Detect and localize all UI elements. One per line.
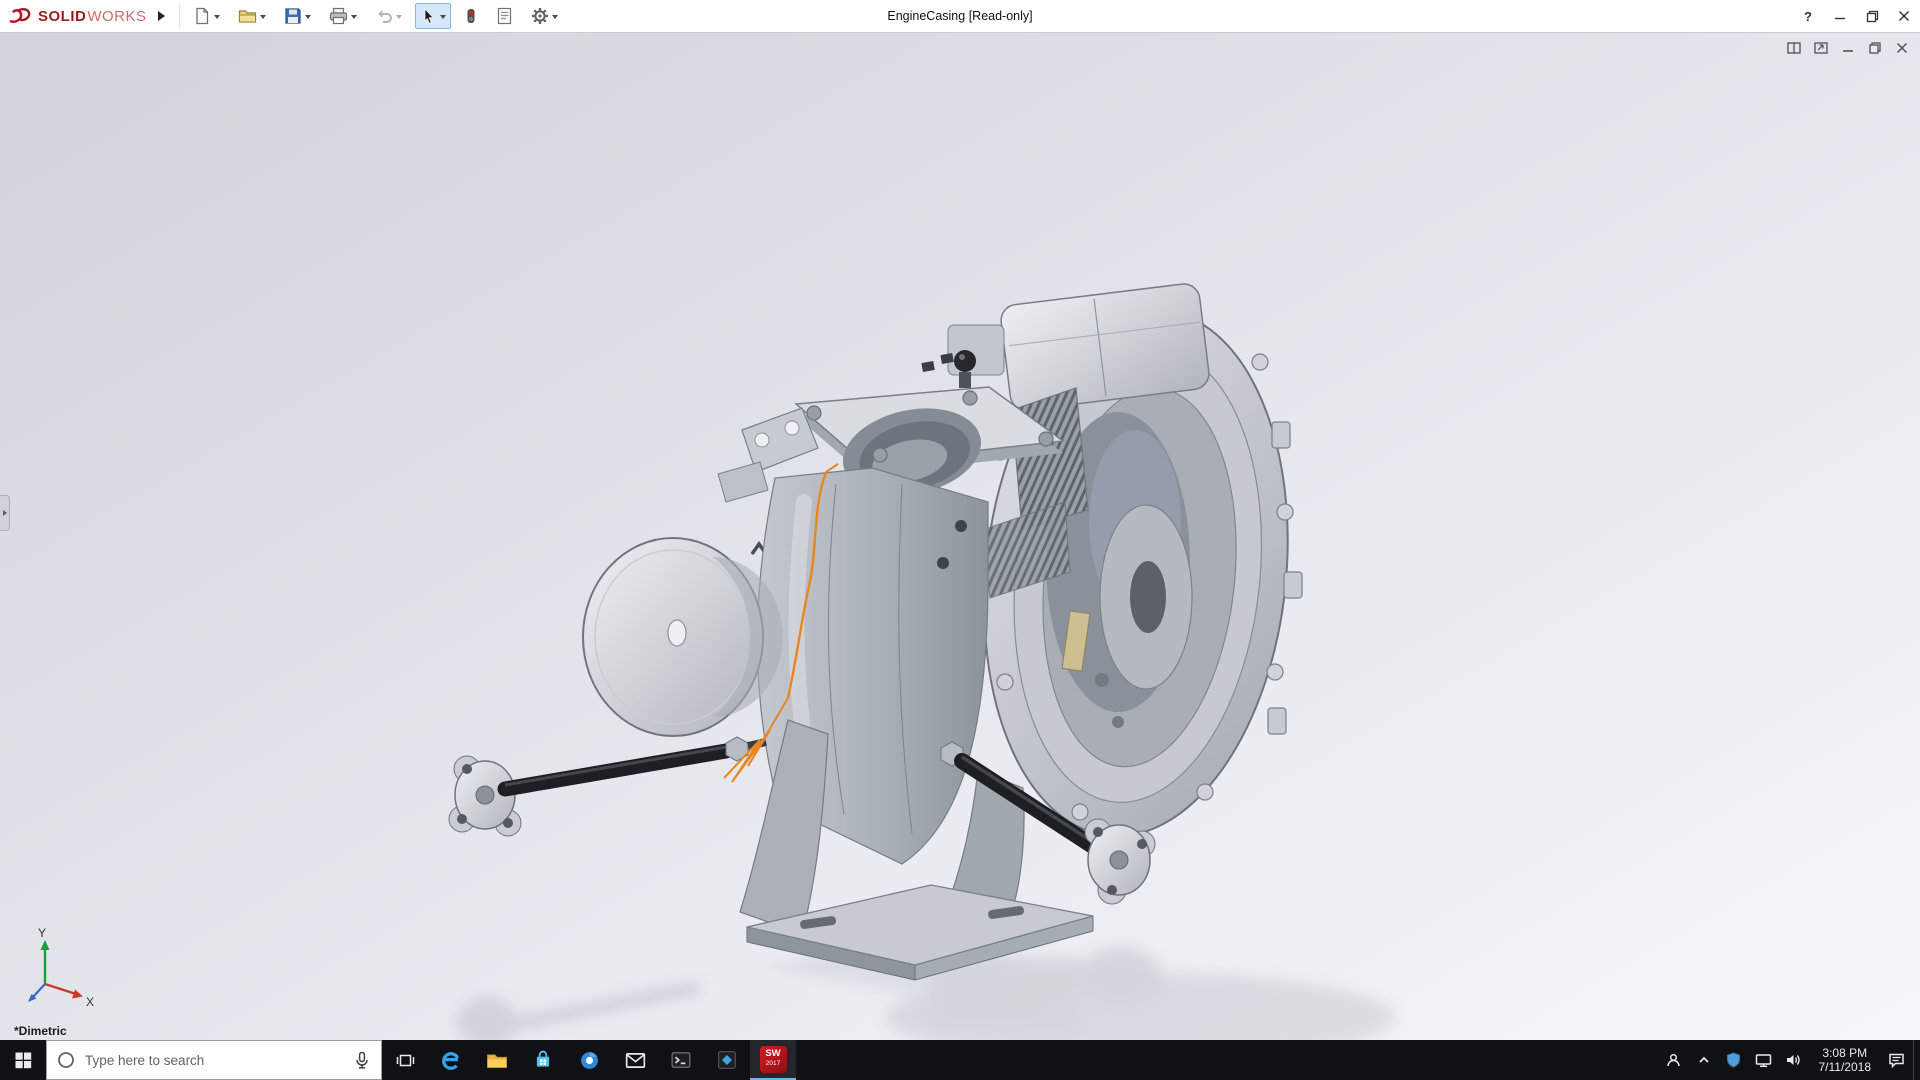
left-handle-rod [449,737,766,836]
split-pane-icon [1786,40,1802,56]
brand-solid: SOLID [38,8,86,25]
edge-icon [440,1049,462,1071]
engine-model: Y X [0,32,1920,1040]
dev-app-icon [717,1050,737,1070]
show-desktop-button[interactable] [1913,1040,1920,1080]
open-button[interactable] [233,3,271,29]
doc-minimize-button[interactable] [1838,38,1858,58]
store-button[interactable] [520,1040,566,1080]
options-button[interactable] [526,3,563,29]
select-cursor-icon [420,7,437,25]
defender-button[interactable] [1721,1040,1747,1080]
restore-icon [1866,10,1879,23]
doc-restore-icon [1868,41,1882,55]
rebuild-icon [464,7,478,25]
doc-restore-button[interactable] [1865,38,1885,58]
volume-button[interactable] [1781,1040,1807,1080]
taskbar-search[interactable] [46,1040,382,1080]
file-properties-icon [496,7,513,25]
minimize-button[interactable] [1824,0,1856,32]
volume-icon [1785,1052,1802,1068]
solidworks-app-icon: SW 2017 [760,1046,787,1073]
clock-date: 7/11/2018 [1819,1060,1872,1074]
save-icon [284,7,302,25]
action-center-icon [1888,1052,1905,1069]
undo-icon [375,7,393,25]
folder-icon [486,1051,508,1070]
menu-flyout-arrow[interactable] [153,3,171,29]
toolbar-separator [179,5,180,27]
close-icon [1898,10,1910,22]
triad-x-label: X [86,995,94,1009]
solidworks-taskbar-button[interactable]: SW 2017 [750,1040,796,1080]
terminal-button[interactable] [658,1040,704,1080]
doc-minimize-icon [1841,41,1855,55]
save-button[interactable] [279,3,316,29]
options-gear-icon [531,7,549,25]
mail-button[interactable] [612,1040,658,1080]
store-bag-icon [533,1050,553,1070]
search-input[interactable] [83,1052,345,1069]
brand-works: WORKS [87,8,146,25]
tray-expand-button[interactable] [1691,1040,1717,1080]
solidworks-logo: SOLIDWORKS [0,7,153,25]
ds-logo-icon [8,7,34,25]
file-properties-button[interactable] [491,3,518,29]
people-button[interactable] [1661,1040,1687,1080]
new-document-button[interactable] [188,3,225,29]
browser-circle-icon [579,1050,600,1071]
taskbar: SW 2017 [0,1040,1920,1080]
taskbar-clock[interactable]: 3:08 PM 7/11/2018 [1811,1046,1880,1074]
print-icon [329,7,348,25]
select-button[interactable] [415,3,451,29]
doc-close-button[interactable] [1892,38,1912,58]
orientation-triad: Y X [28,926,94,1009]
dev-app-button[interactable] [704,1040,750,1080]
new-document-icon [193,7,211,25]
maximize-button[interactable] [1856,0,1888,32]
browser-button[interactable] [566,1040,612,1080]
windows-logo-icon [15,1052,32,1069]
network-button[interactable] [1751,1040,1777,1080]
action-center-button[interactable] [1883,1040,1909,1080]
file-explorer-button[interactable] [474,1040,520,1080]
terminal-icon [671,1051,691,1069]
shield-icon [1726,1052,1741,1068]
task-view-button[interactable] [382,1040,428,1080]
document-title: EngineCasing [Read-only] [887,0,1032,32]
people-icon [1665,1052,1682,1069]
solidworks-app-label: SW [765,1049,780,1059]
view-orientation-label: *Dimetric [14,1024,67,1038]
edge-button[interactable] [428,1040,474,1080]
system-tray: 3:08 PM 7/11/2018 [1661,1040,1920,1080]
open-folder-icon [238,7,257,25]
network-icon [1755,1052,1772,1068]
undo-button[interactable] [370,3,407,29]
close-button[interactable] [1888,0,1920,32]
minimize-icon [1834,10,1846,22]
chevron-up-icon [1697,1053,1711,1067]
titlebar: SOLIDWORKS [0,0,1920,33]
clock-time: 3:08 PM [1819,1046,1872,1060]
graphics-area[interactable]: Y X *Dimetric [0,32,1920,1040]
rebuild-button[interactable] [459,3,483,29]
full-screen-icon [1813,40,1829,56]
microphone-icon[interactable] [353,1051,371,1070]
triad-y-label: Y [38,926,46,940]
task-view-icon [396,1052,415,1069]
window-controls: ? [1792,0,1920,32]
full-screen-button[interactable] [1811,38,1831,58]
solidworks-app-year: 2017 [766,1059,780,1069]
split-pane-button[interactable] [1784,38,1804,58]
print-button[interactable] [324,3,362,29]
quick-access-toolbar [188,3,563,29]
crank-disc [583,538,783,736]
doc-close-icon [1895,41,1909,55]
start-button[interactable] [0,1040,46,1080]
cortana-icon [57,1051,75,1069]
mail-envelope-icon [625,1052,646,1069]
help-button[interactable]: ? [1792,0,1824,32]
document-window-controls [1784,38,1912,58]
